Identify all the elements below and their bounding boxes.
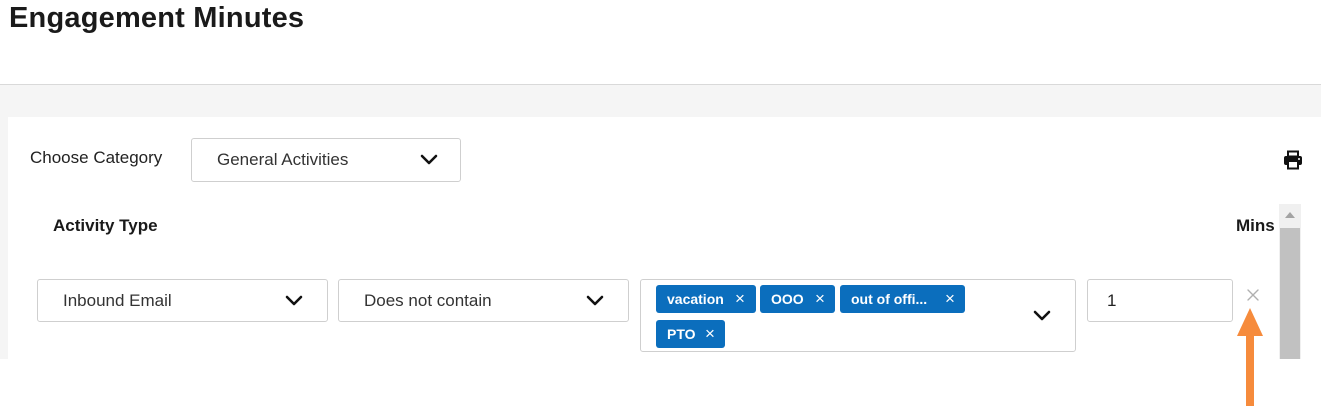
keyword-tag: OOO × [760,285,835,313]
scroll-up-arrow-icon[interactable] [1279,204,1301,226]
annotation-arrow-icon [1234,306,1266,406]
keyword-tag-label: PTO [667,326,696,342]
keyword-tag-label: OOO [771,291,804,307]
condition-select[interactable]: Does not contain [338,279,629,322]
chevron-down-icon [285,295,303,307]
close-icon[interactable]: × [735,285,745,312]
category-select-value: General Activities [217,150,349,169]
mins-input[interactable] [1087,279,1233,322]
keyword-tag-label: out of offi... [851,291,928,307]
chevron-down-icon [1033,310,1051,322]
keyword-tag: PTO × [656,320,725,348]
chevron-down-icon [586,295,604,307]
print-icon[interactable] [1283,150,1303,170]
remove-row-button[interactable] [1244,285,1262,305]
close-icon[interactable]: × [945,285,955,312]
below-card-area [0,359,1321,406]
keyword-tag: vacation × [656,285,756,313]
keyword-tag: out of offi... × [840,285,965,313]
page-title: Engagement Minutes [9,2,305,34]
close-icon [1247,289,1259,301]
keywords-multiselect[interactable]: vacation × OOO × out of offi... × PTO × [640,279,1076,352]
close-icon[interactable]: × [815,285,825,312]
mins-header: Mins [1236,216,1275,235]
category-select[interactable]: General Activities [191,138,461,182]
activity-type-header: Activity Type [53,216,158,235]
close-icon[interactable]: × [705,320,715,347]
condition-value: Does not contain [364,290,492,310]
vertical-scrollbar[interactable] [1279,204,1301,359]
activity-type-value: Inbound Email [63,290,172,310]
choose-category-label: Choose Category [30,148,163,167]
chevron-down-icon [420,154,438,166]
page-header: Engagement Minutes [0,0,1321,85]
activity-type-select[interactable]: Inbound Email [37,279,328,322]
scrollbar-thumb[interactable] [1280,228,1300,359]
keyword-tag-label: vacation [667,291,724,307]
